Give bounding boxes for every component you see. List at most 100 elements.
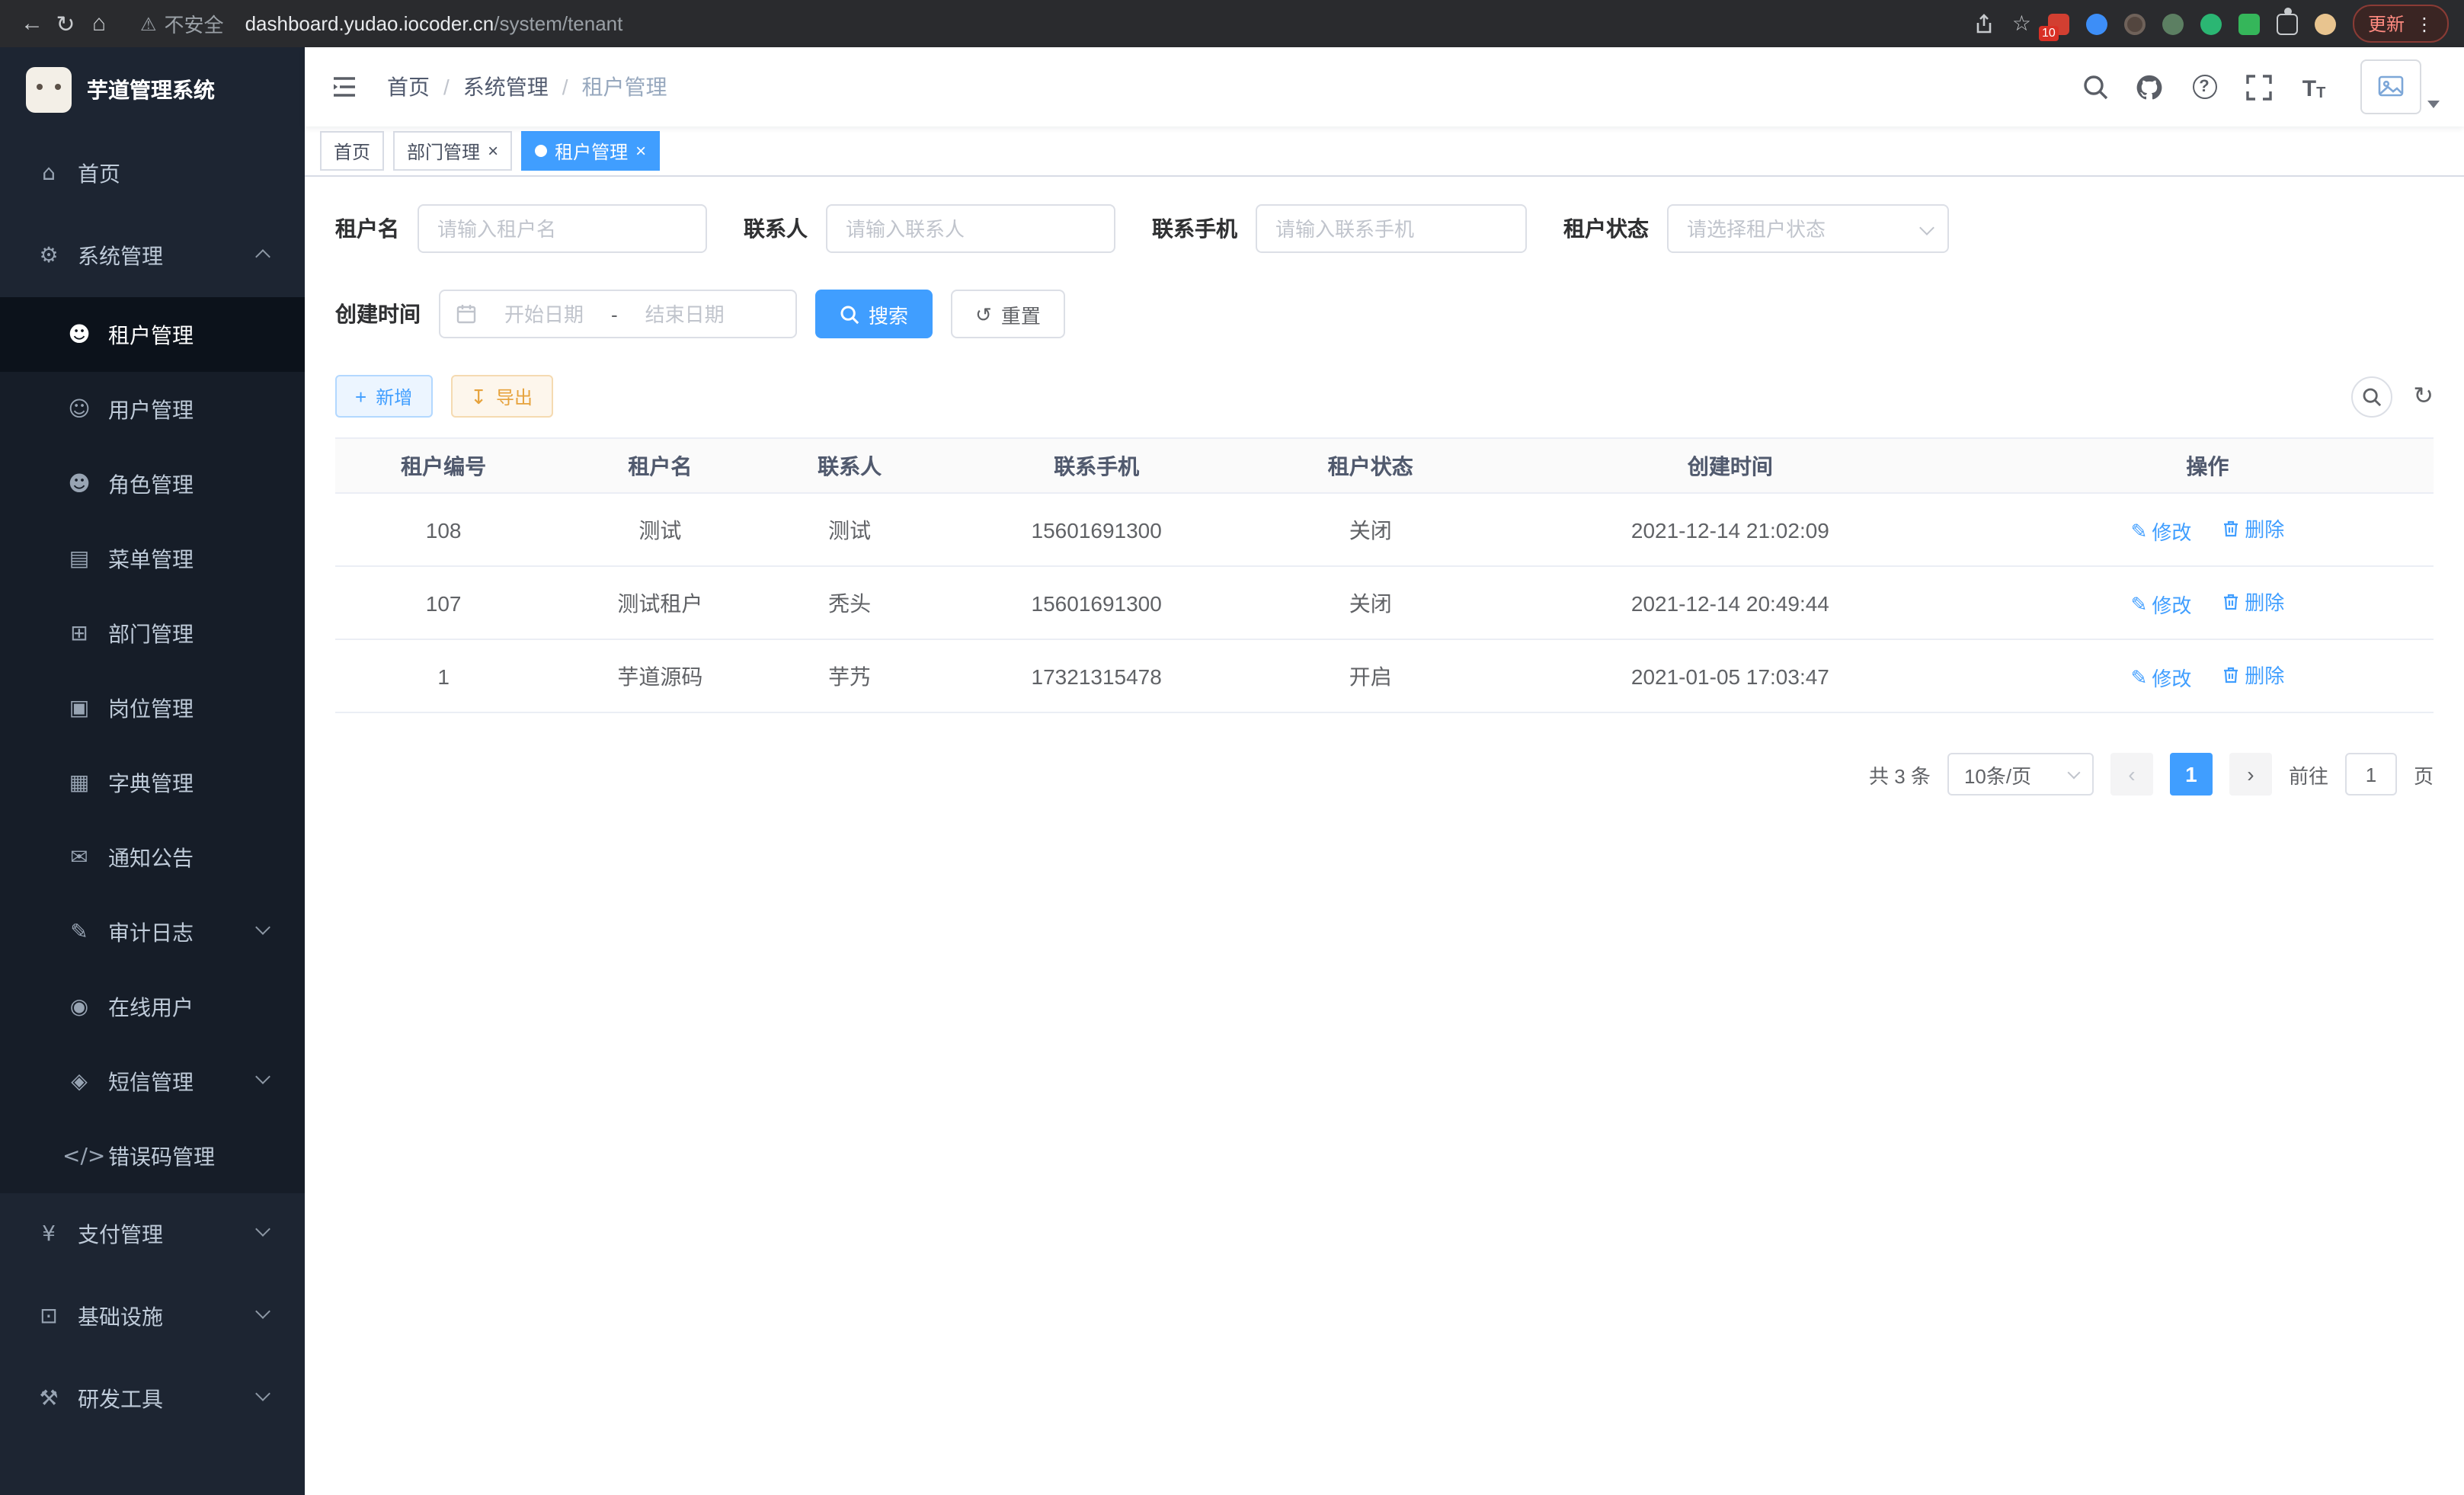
close-icon[interactable]: × [635, 142, 646, 160]
sidebar-item-tenant-management[interactable]: ☻ 租户管理 [0, 297, 305, 372]
extension-adblock-icon[interactable]: 10 [2048, 13, 2069, 34]
extensions-puzzle-icon[interactable] [2277, 13, 2298, 34]
back-icon[interactable]: ← [15, 11, 49, 37]
export-button[interactable]: ↧ 导出 [450, 375, 552, 418]
extension-gray-green-icon[interactable] [2162, 13, 2184, 34]
breadcrumb-system[interactable]: 系统管理 [463, 72, 549, 102]
sidebar-item-label: 短信管理 [108, 1066, 194, 1096]
message-icon: ✉ [62, 845, 96, 869]
sidebar-item-menu-management[interactable]: ▤ 菜单管理 [0, 521, 305, 596]
contact-input[interactable] [826, 204, 1115, 253]
toolbar-right: ↻ [2350, 376, 2434, 417]
delete-link[interactable]: 删除 [2222, 514, 2284, 543]
page-1-button[interactable]: 1 [2170, 753, 2213, 796]
next-page-button[interactable]: › [2229, 753, 2272, 796]
extension-green-icon[interactable] [2200, 13, 2222, 34]
sidebar-item-online-users[interactable]: ◉ 在线用户 [0, 969, 305, 1044]
phone-label: 联系手机 [1152, 213, 1237, 244]
tab-tenant-management[interactable]: 租户管理 × [521, 131, 660, 171]
edit-link[interactable]: ✎修改 [2131, 517, 2192, 546]
create-time-label: 创建时间 [335, 299, 421, 329]
tab-dept-management[interactable]: 部门管理 × [393, 131, 512, 171]
goto-page-input[interactable] [2345, 753, 2397, 796]
delete-label: 删除 [2245, 660, 2284, 689]
close-icon[interactable]: × [488, 142, 498, 160]
home-icon: ⌂ [32, 162, 66, 186]
app-logo-row[interactable]: 芋道管理系统 [0, 47, 305, 133]
sidebar-item-payment[interactable]: ¥ 支付管理 [0, 1193, 305, 1276]
font-size-icon[interactable]: TT [2299, 72, 2328, 101]
extension-chat-icon[interactable] [2238, 13, 2260, 34]
cell-phone: 17321315478 [931, 639, 1262, 712]
sidebar-item-audit-log[interactable]: ✎ 审计日志 [0, 895, 305, 969]
profile-avatar-icon[interactable] [2315, 13, 2336, 34]
chrome-update-button[interactable]: 更新 ⋮ [2353, 5, 2449, 43]
breadcrumb: 首页 / 系统管理 / 租户管理 [387, 72, 667, 102]
edit-link[interactable]: ✎修改 [2131, 663, 2192, 692]
search-icon[interactable] [2080, 72, 2109, 101]
sidebar-item-post-management[interactable]: ▣ 岗位管理 [0, 671, 305, 745]
sidebar-item-infrastructure[interactable]: ⊡ 基础设施 [0, 1276, 305, 1358]
extension-dark-icon[interactable] [2124, 13, 2146, 34]
status-select[interactable] [1667, 204, 1949, 253]
page-size-select[interactable]: 10条/页 [1947, 753, 2094, 796]
user-avatar-menu[interactable] [2360, 59, 2440, 114]
chevron-up-icon [255, 249, 270, 264]
sidebar-item-user-management[interactable]: ☺ 用户管理 [0, 372, 305, 447]
tab-label: 部门管理 [407, 138, 480, 164]
sidebar-item-dept-management[interactable]: ⊞ 部门管理 [0, 596, 305, 671]
cell-created: 2021-01-05 17:03:47 [1479, 639, 1982, 712]
status-select-input[interactable] [1667, 204, 1949, 253]
sidebar-item-dev-tools[interactable]: ⚒ 研发工具 [0, 1358, 305, 1440]
date-start-input[interactable] [486, 303, 602, 325]
browser-menu-icon[interactable]: ⋮ [2415, 13, 2434, 34]
phone-input[interactable] [1256, 204, 1527, 253]
total-count: 共 3 条 [1869, 760, 1931, 789]
reset-button[interactable]: ↺ 重置 [951, 290, 1065, 338]
table-row[interactable]: 1 芋道源码 芋艿 17321315478 开启 2021-01-05 17:0… [335, 639, 2434, 712]
delete-link[interactable]: 删除 [2222, 660, 2284, 689]
sidebar-item-system-management[interactable]: ⚙ 系统管理 [0, 215, 305, 297]
search-button[interactable]: 搜索 [815, 290, 933, 338]
site-security[interactable]: ⚠ 不安全 [140, 9, 224, 38]
help-icon[interactable]: ? [2190, 72, 2219, 101]
tenant-name-input[interactable] [418, 204, 707, 253]
sidebar-item-home[interactable]: ⌂ 首页 [0, 133, 305, 215]
toggle-search-button[interactable] [2350, 376, 2392, 417]
cell-created: 2021-12-14 20:49:44 [1479, 566, 1982, 639]
date-end-input[interactable] [627, 303, 743, 325]
fullscreen-icon[interactable] [2245, 72, 2274, 101]
home-icon[interactable]: ⌂ [82, 11, 116, 37]
cell-contact: 秃头 [769, 566, 931, 639]
github-icon[interactable] [2135, 72, 2164, 101]
sidebar-item-dict-management[interactable]: ▦ 字典管理 [0, 745, 305, 820]
add-button[interactable]: + 新增 [335, 375, 432, 418]
sidebar-item-notice[interactable]: ✉ 通知公告 [0, 820, 305, 895]
bookmark-star-icon[interactable]: ☆ [2012, 11, 2031, 37]
tags-view-bar: 首页 部门管理 × 租户管理 × [305, 126, 2464, 177]
share-icon[interactable] [1974, 13, 1995, 34]
tab-home[interactable]: 首页 [320, 131, 384, 171]
prev-page-button[interactable]: ‹ [2110, 753, 2153, 796]
sidebar-item-role-management[interactable]: ☻ 角色管理 [0, 447, 305, 521]
update-label: 更新 [2368, 11, 2405, 37]
reload-icon[interactable]: ↻ [49, 10, 82, 37]
sidebar-item-label: 错误码管理 [108, 1141, 215, 1171]
extension-blue-icon[interactable] [2086, 13, 2107, 34]
date-range-picker[interactable]: - [439, 290, 797, 338]
cell-actions: ✎修改 删除 [1982, 566, 2434, 639]
table-row[interactable]: 108 测试 测试 15601691300 关闭 2021-12-14 21:0… [335, 493, 2434, 566]
pagination: 共 3 条 10条/页 ‹ 1 › 前往 页 [335, 753, 2434, 796]
table-row[interactable]: 107 测试租户 秃头 15601691300 关闭 2021-12-14 20… [335, 566, 2434, 639]
breadcrumb-home[interactable]: 首页 [387, 72, 430, 102]
delete-link[interactable]: 删除 [2222, 587, 2284, 616]
refresh-button[interactable]: ↻ [2413, 381, 2434, 411]
edit-link[interactable]: ✎修改 [2131, 590, 2192, 619]
collapse-sidebar-icon[interactable] [329, 72, 360, 102]
col-tenant-id: 租户编号 [335, 438, 552, 493]
sidebar-item-sms-management[interactable]: ◈ 短信管理 [0, 1044, 305, 1119]
address-bar[interactable]: dashboard.yudao.iocoder.cn/system/tenant [245, 12, 1974, 35]
contact-label: 联系人 [744, 213, 808, 244]
sidebar-item-error-code[interactable]: </> 错误码管理 [0, 1119, 305, 1193]
goto-label: 前往 [2289, 760, 2328, 789]
